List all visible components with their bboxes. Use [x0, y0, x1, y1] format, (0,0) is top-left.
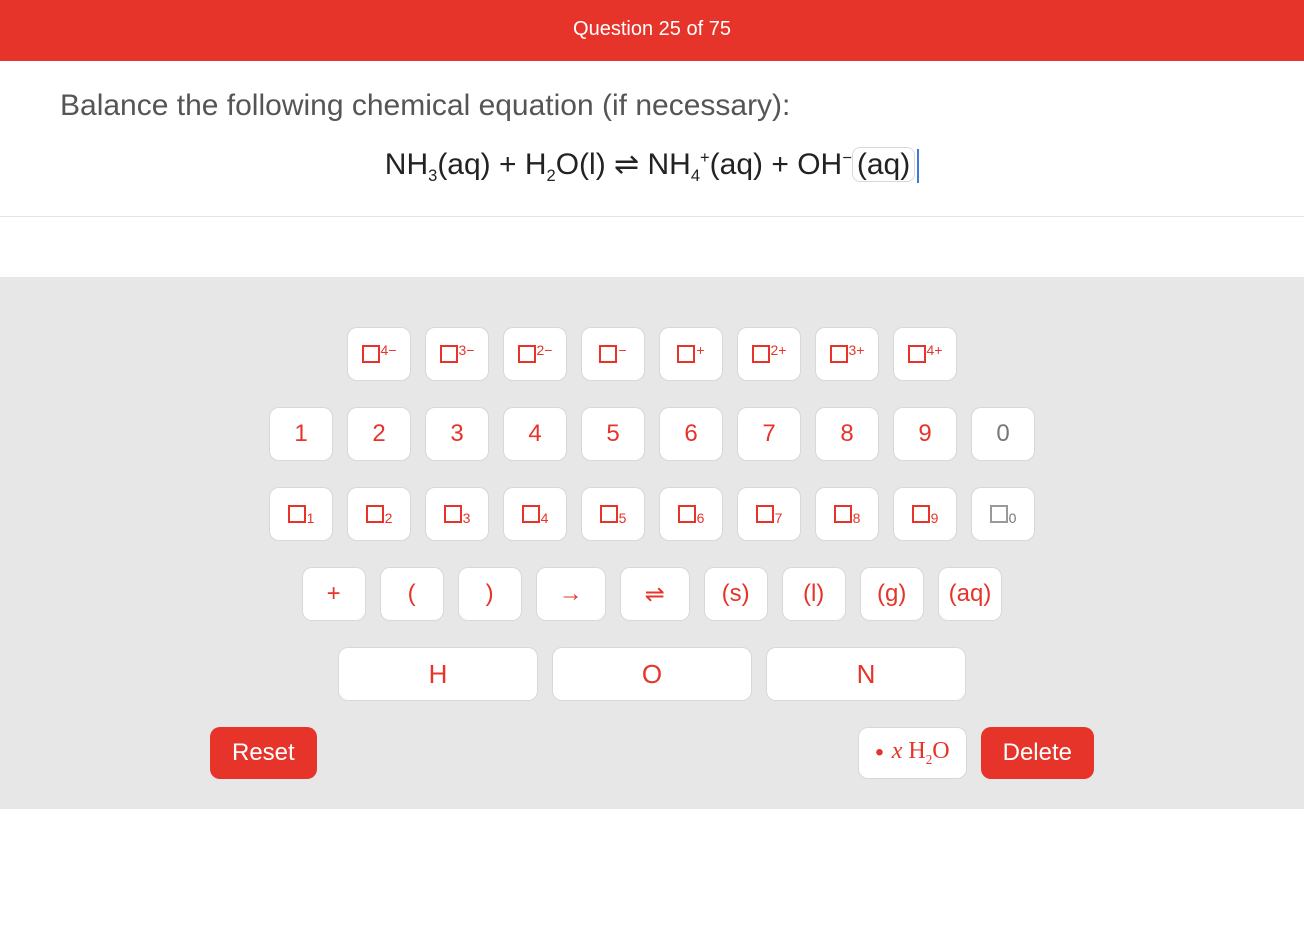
key-state-l[interactable]: (l) [782, 567, 846, 621]
key-sub-6[interactable]: 6 [659, 487, 723, 541]
key-sub-2[interactable]: 2 [347, 487, 411, 541]
reset-button[interactable]: Reset [210, 727, 317, 779]
key-charge-2plus[interactable]: 2+ [737, 327, 801, 381]
key-charge-4minus[interactable]: 4− [347, 327, 411, 381]
key-equilibrium[interactable]: ⇌ [620, 567, 690, 621]
key-sub-0[interactable]: 0 [971, 487, 1035, 541]
key-state-aq[interactable]: (aq) [938, 567, 1003, 621]
row-charges: 4− 3− 2− − + 2+ 3+ 4+ [202, 327, 1102, 381]
key-charge-4plus[interactable]: 4+ [893, 327, 957, 381]
key-sub-3[interactable]: 3 [425, 487, 489, 541]
key-arrow[interactable]: → [536, 567, 606, 621]
key-sub-1[interactable]: 1 [269, 487, 333, 541]
key-sub-7[interactable]: 7 [737, 487, 801, 541]
keypad-panel: 4− 3− 2− − + 2+ 3+ 4+ 1 2 3 4 5 6 7 8 9 … [0, 277, 1304, 809]
key-3[interactable]: 3 [425, 407, 489, 461]
key-8[interactable]: 8 [815, 407, 879, 461]
row-symbols: + ( ) → ⇌ (s) (l) (g) (aq) [202, 567, 1102, 621]
key-charge-3minus[interactable]: 3− [425, 327, 489, 381]
row-subscripts: 1 2 3 4 5 6 7 8 9 0 [202, 487, 1102, 541]
question-counter: Question 25 of 75 [573, 18, 731, 40]
key-open-paren[interactable]: ( [380, 567, 444, 621]
key-close-paren[interactable]: ) [458, 567, 522, 621]
key-element-h[interactable]: H [338, 647, 538, 701]
question-header: Question 25 of 75 [0, 0, 1304, 61]
key-element-o[interactable]: O [552, 647, 752, 701]
key-2[interactable]: 2 [347, 407, 411, 461]
key-1[interactable]: 1 [269, 407, 333, 461]
row-elements: H O N [202, 647, 1102, 701]
equation-input[interactable]: NH3(aq) + H2O(l) ⇌ NH4+(aq) + OH−(aq) [60, 147, 1244, 196]
question-area: Balance the following chemical equation … [0, 61, 1304, 217]
key-0[interactable]: 0 [971, 407, 1035, 461]
question-prompt: Balance the following chemical equation … [60, 89, 1244, 123]
key-state-g[interactable]: (g) [860, 567, 924, 621]
key-charge-minus[interactable]: − [581, 327, 645, 381]
delete-button[interactable]: Delete [981, 727, 1094, 779]
key-7[interactable]: 7 [737, 407, 801, 461]
bullet-icon: • [875, 739, 883, 767]
key-element-n[interactable]: N [766, 647, 966, 701]
key-plus[interactable]: + [302, 567, 366, 621]
hydrate-button[interactable]: • x H2O [858, 727, 966, 779]
key-sub-4[interactable]: 4 [503, 487, 567, 541]
key-charge-plus[interactable]: + [659, 327, 723, 381]
key-sub-8[interactable]: 8 [815, 487, 879, 541]
key-charge-3plus[interactable]: 3+ [815, 327, 879, 381]
key-state-s[interactable]: (s) [704, 567, 768, 621]
key-sub-5[interactable]: 5 [581, 487, 645, 541]
key-5[interactable]: 5 [581, 407, 645, 461]
key-charge-2minus[interactable]: 2− [503, 327, 567, 381]
key-4[interactable]: 4 [503, 407, 567, 461]
key-9[interactable]: 9 [893, 407, 957, 461]
row-actions: Reset • x H2O Delete [202, 727, 1102, 779]
row-digits: 1 2 3 4 5 6 7 8 9 0 [202, 407, 1102, 461]
key-6[interactable]: 6 [659, 407, 723, 461]
key-sub-9[interactable]: 9 [893, 487, 957, 541]
